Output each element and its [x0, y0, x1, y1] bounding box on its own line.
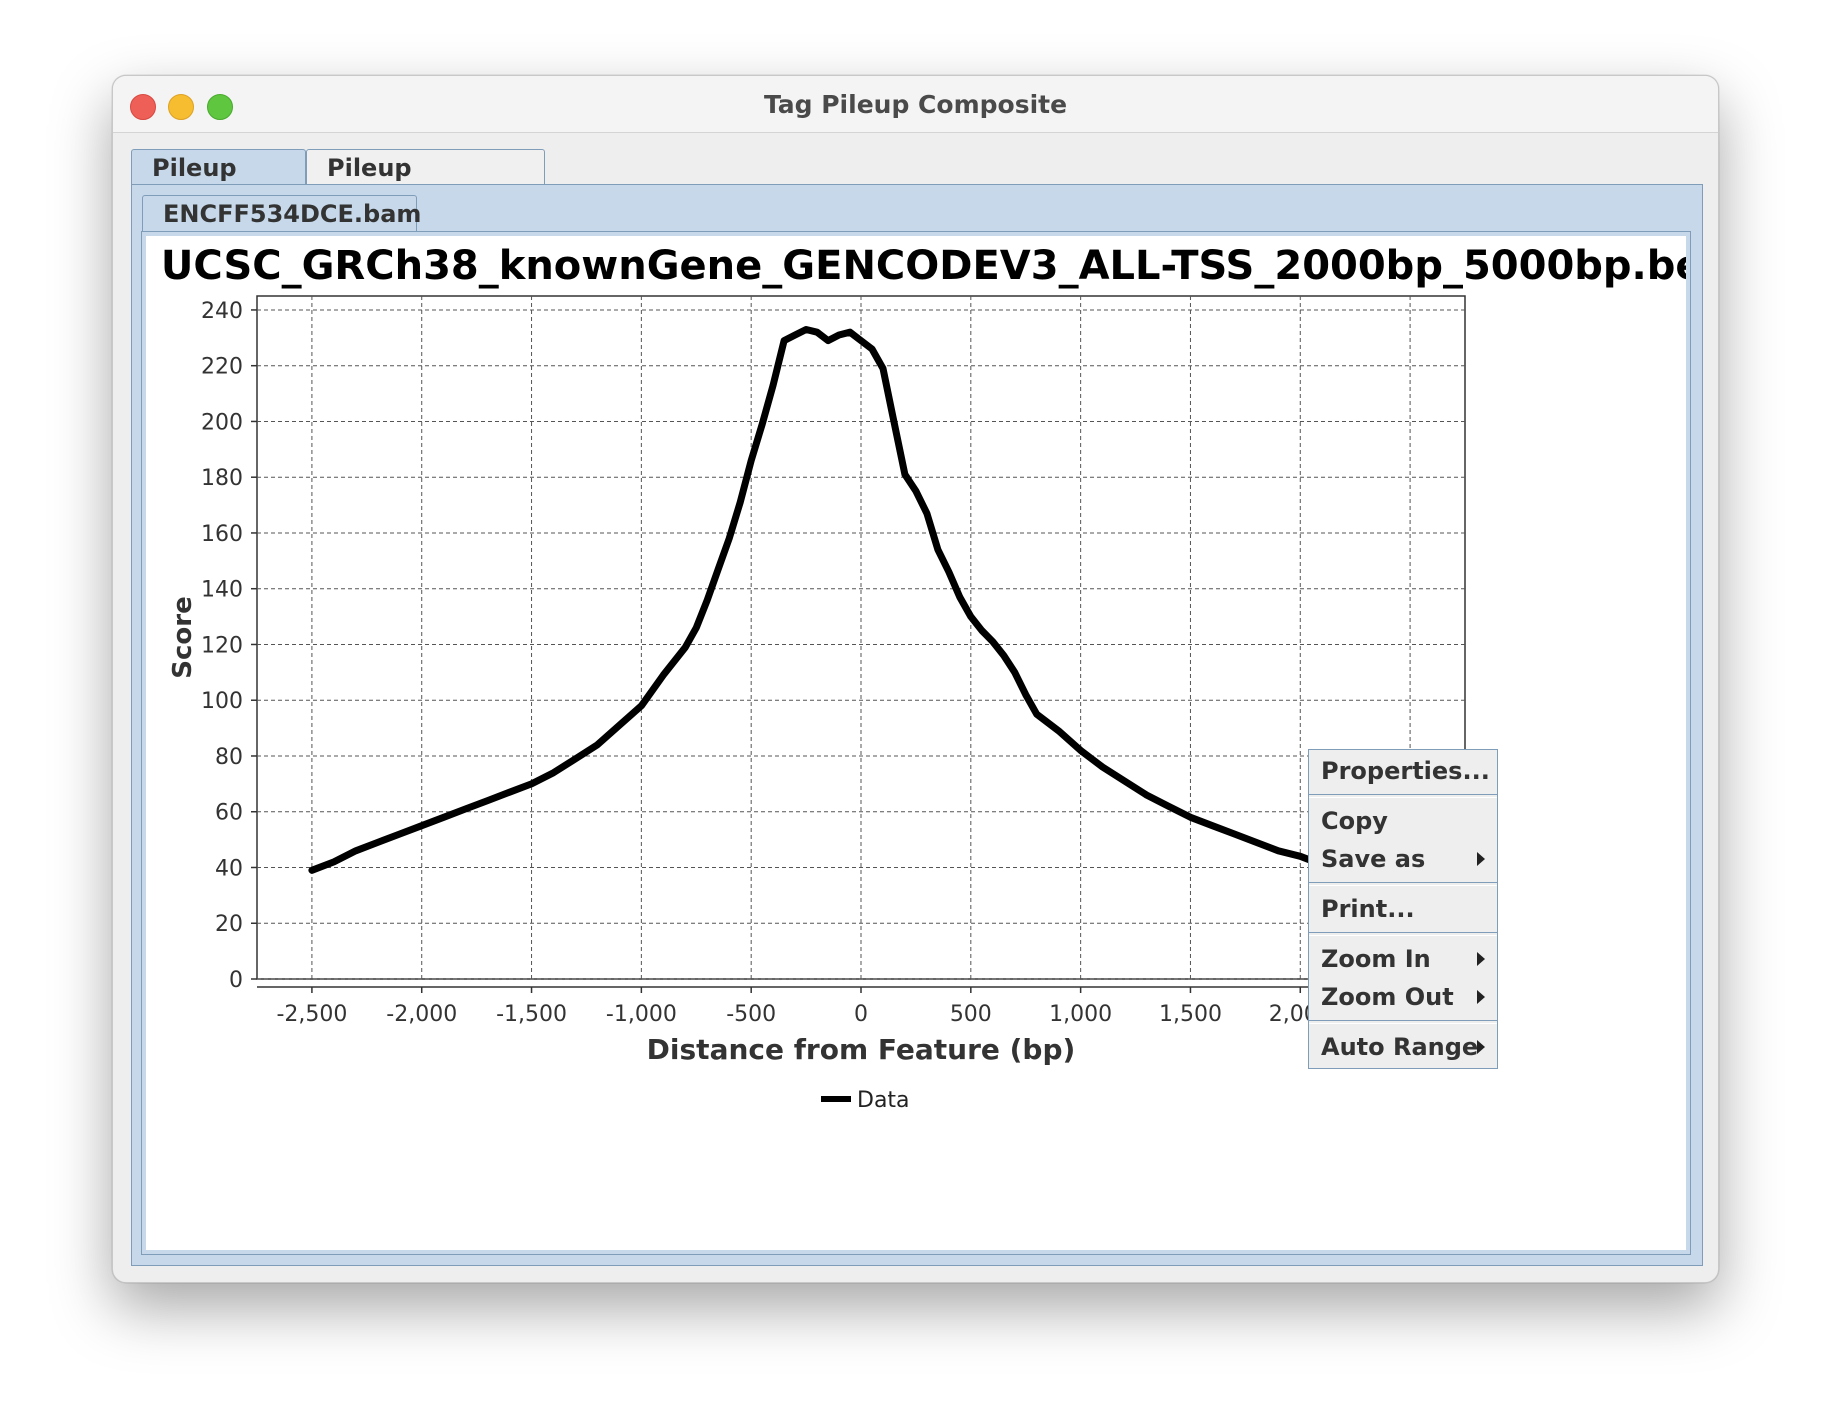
y-tick-label: 160	[201, 522, 243, 547]
submenu-arrow-icon	[1477, 990, 1485, 1004]
menu-item-label: Save as	[1321, 845, 1426, 873]
x-axis-label: Distance from Feature (bp)	[647, 1033, 1076, 1066]
menu-separator	[1309, 932, 1497, 936]
menu-item-label: Zoom Out	[1321, 983, 1454, 1011]
y-tick-label: 180	[201, 466, 243, 491]
tab-pileup-statistics[interactable]: Pileup Statistics	[306, 149, 545, 218]
menu-item-zoom-in[interactable]: Zoom In	[1309, 940, 1497, 978]
menu-item-save-as[interactable]: Save as	[1309, 840, 1497, 878]
y-tick-label: 140	[201, 578, 243, 603]
y-tick-label: 40	[215, 856, 243, 881]
x-tick-label: 1,000	[1049, 1002, 1112, 1027]
x-tick-label: 0	[854, 1002, 868, 1027]
y-axis-label: Score	[168, 596, 198, 678]
menu-item-label: Print...	[1321, 895, 1415, 923]
x-tick-label: -2,000	[386, 1002, 457, 1027]
x-tick-label: -1,000	[606, 1002, 677, 1027]
menu-separator	[1309, 794, 1497, 798]
legend-label: Data	[857, 1088, 910, 1113]
y-tick-label: 220	[201, 355, 243, 380]
menu-separator	[1309, 882, 1497, 886]
x-tick-label: 500	[950, 1002, 992, 1027]
context-menu: Properties... Copy Save as Print... Zoom In Z…	[1308, 749, 1498, 1069]
y-tick-label: 240	[201, 299, 243, 324]
y-tick-label: 80	[215, 745, 243, 770]
menu-item-auto-range[interactable]: Auto Range	[1309, 1028, 1497, 1066]
menu-item-copy[interactable]: Copy	[1309, 802, 1497, 840]
submenu-arrow-icon	[1477, 952, 1485, 966]
menu-item-label: Copy	[1321, 807, 1388, 835]
menu-item-label: Properties...	[1321, 757, 1490, 785]
title-bar: Tag Pileup Composite	[113, 76, 1718, 133]
menu-item-zoom-out[interactable]: Zoom Out	[1309, 978, 1497, 1016]
x-tick-label: -2,500	[276, 1002, 347, 1027]
plot-area	[256, 295, 1466, 980]
x-tick-label: -500	[726, 1002, 776, 1027]
menu-item-label: Auto Range	[1321, 1033, 1479, 1061]
menu-item-label: Zoom In	[1321, 945, 1431, 973]
tab-pileup-plot[interactable]: Pileup Plot	[131, 149, 306, 218]
inner-tab-panel: UCSC_GRCh38_knownGene_GENCODEV3_ALL-TSS_…	[141, 231, 1718, 1255]
chart-grid	[256, 295, 1466, 980]
y-tick-label: 0	[229, 968, 243, 993]
submenu-arrow-icon	[1477, 1040, 1485, 1054]
chart-legend: Data	[821, 1088, 910, 1113]
menu-item-print[interactable]: Print...	[1309, 890, 1497, 928]
submenu-arrow-icon	[1477, 852, 1485, 866]
line-chart[interactable]: UCSC_GRCh38_knownGene_GENCODEV3_ALL-TSS_…	[146, 236, 1718, 1250]
tab-panel: ENCFF534DCE.bam UCSC_GRCh38_knownGene_GE…	[131, 184, 1718, 1266]
chart-panel[interactable]: UCSC_GRCh38_knownGene_GENCODEV3_ALL-TSS_…	[146, 236, 1718, 1250]
chart-title: UCSC_GRCh38_knownGene_GENCODEV3_ALL-TSS_…	[161, 243, 1686, 289]
y-tick-label: 120	[201, 633, 243, 658]
y-tick-label: 60	[215, 801, 243, 826]
tab-bam-file[interactable]: ENCFF534DCE.bam	[142, 195, 421, 231]
y-tick-label: 20	[215, 912, 243, 937]
x-tick-label: 1,500	[1159, 1002, 1222, 1027]
y-tick-label: 100	[201, 689, 243, 714]
app-window: Tag Pileup Composite Pileup Plot Pileup …	[112, 75, 1719, 1283]
x-tick-label: -1,500	[496, 1002, 567, 1027]
window-title: Tag Pileup Composite	[763, 90, 1068, 119]
menu-item-properties[interactable]: Properties...	[1309, 752, 1497, 790]
menu-separator	[1309, 1020, 1497, 1024]
y-tick-label: 200	[201, 410, 243, 435]
